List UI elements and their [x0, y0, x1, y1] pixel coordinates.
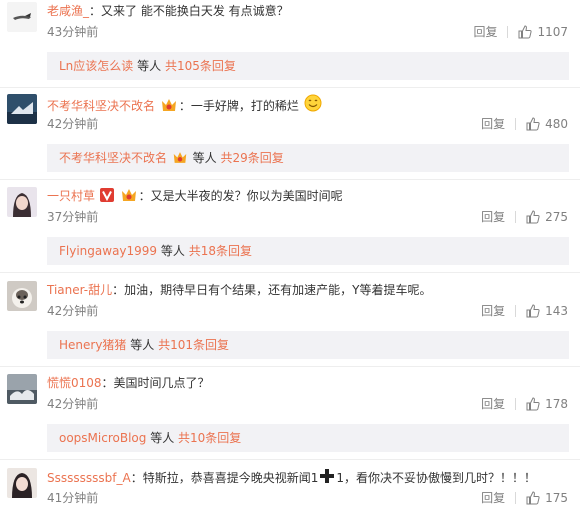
comment-time: 41分钟前 [47, 491, 99, 505]
more-replies-link[interactable]: 共101条回复 [158, 338, 229, 352]
like-count: 275 [545, 210, 568, 224]
smile-emoji-icon [304, 94, 322, 112]
like-count: 178 [545, 397, 568, 411]
comment-content: Sssssssssbf_A：特斯拉，恭喜喜提今晚央视新闻1 1，看你决不妥协傲慢到… [47, 468, 536, 486]
sub-reply-bar: Flyingaway1999 等人 共18条回复 [47, 237, 569, 265]
action-divider [515, 305, 517, 317]
comment-actions: 回复 480 [481, 116, 568, 132]
like-count: 175 [545, 491, 568, 505]
comment-content: 一只村草 ：又是大半夜的发？你以为美国时间呢 [47, 187, 343, 205]
sub-reply-bar: oopsMicroBlog 等人 共10条回复 [47, 424, 569, 452]
thumbs-up-icon [518, 25, 533, 39]
reply-button[interactable]: 回复 [481, 396, 505, 412]
comment-actions: 回复 275 [481, 209, 568, 225]
reply-button[interactable]: 回复 [481, 209, 505, 225]
like-count: 480 [545, 117, 568, 131]
like-count: 1107 [537, 25, 568, 39]
like-button[interactable]: 178 [526, 396, 568, 412]
username-link[interactable]: Sssssssssbf_A [47, 471, 131, 485]
comment-text: ：加油，期待早日有个结果，还有加速产能，Y等着提车呢。 [112, 283, 432, 297]
comment-actions: 回复 143 [481, 303, 568, 319]
sub-reply-user[interactable]: Ln应该怎么读 [59, 59, 133, 73]
vip-badge-icon [173, 152, 187, 163]
username-link[interactable]: 一只村草 [47, 189, 95, 203]
reply-button[interactable]: 回复 [481, 303, 505, 319]
comment-time: 42分钟前 [47, 304, 99, 318]
username-link[interactable]: 老咸渔_ [47, 4, 89, 18]
more-replies-link[interactable]: 共10条回复 [178, 431, 241, 445]
like-button[interactable]: 1107 [518, 24, 568, 40]
comment-actions: 回复 178 [481, 396, 568, 412]
comment-time: 42分钟前 [47, 397, 99, 411]
sub-reply-etc: 等人 [188, 151, 221, 165]
comment-divider [0, 87, 580, 88]
sub-reply-etc: 等人 [146, 431, 179, 445]
like-count: 143 [545, 304, 568, 318]
thumbs-up-icon [526, 491, 540, 505]
comment-text: ：美国时间几点了？ [101, 376, 210, 390]
black-cross-emoji-icon [320, 469, 335, 483]
reply-button[interactable]: 回复 [473, 24, 497, 40]
username-link[interactable]: Tianer-甜儿 [47, 283, 112, 297]
action-divider [515, 398, 517, 410]
sub-reply-etc: 等人 [133, 59, 165, 73]
avatar[interactable] [7, 187, 37, 217]
comment-actions: 回复 1107 [473, 24, 568, 40]
reply-button[interactable]: 回复 [481, 116, 505, 132]
like-button[interactable]: 275 [526, 209, 568, 225]
action-divider [515, 211, 517, 223]
username-link[interactable]: 慌慌0108 [47, 376, 102, 390]
comment-text-continued: 1，看你决不妥协傲慢到几时？！！！ [336, 471, 536, 485]
comment-divider [0, 459, 580, 460]
action-divider [507, 26, 509, 38]
comment-text: ：一手好牌，打的稀烂 [178, 99, 299, 113]
comment-divider [0, 366, 580, 367]
sub-reply-bar: Ln应该怎么读 等人 共105条回复 [47, 52, 569, 80]
comment-divider [0, 179, 580, 180]
reply-button[interactable]: 回复 [481, 490, 505, 506]
sub-reply-user[interactable]: Flyingaway1999 [59, 244, 157, 258]
more-replies-link[interactable]: 共105条回复 [165, 59, 236, 73]
comment-text: ：又来了 能不能换白天发 有点诚意？ [89, 4, 289, 18]
comment-text: ：特斯拉，恭喜喜提今晚央视新闻1 [130, 471, 319, 485]
avatar[interactable] [7, 94, 37, 124]
thumbs-up-icon [526, 304, 540, 318]
avatar[interactable] [7, 468, 37, 498]
comment-time: 43分钟前 [47, 25, 99, 39]
thumbs-up-icon [526, 210, 540, 224]
like-button[interactable]: 175 [526, 490, 568, 506]
avatar[interactable] [7, 374, 37, 404]
action-divider [515, 118, 517, 130]
comment-time: 42分钟前 [47, 117, 99, 131]
comment-actions: 回复 175 [481, 490, 568, 506]
like-button[interactable]: 143 [526, 303, 568, 319]
like-button[interactable]: 480 [526, 116, 568, 132]
thumbs-up-icon [526, 397, 540, 411]
sub-reply-user[interactable]: 不考华科坚决不改名 [59, 151, 167, 165]
sub-reply-user[interactable]: oopsMicroBlog [59, 431, 146, 445]
comment-time: 37分钟前 [47, 210, 99, 224]
username-link[interactable]: 不考华科坚决不改名 [47, 99, 155, 113]
verified-v-icon [99, 188, 114, 202]
comment-text: ：又是大半夜的发？你以为美国时间呢 [138, 189, 343, 203]
sub-reply-etc: 等人 [126, 338, 159, 352]
vip-badge-icon [121, 189, 136, 201]
sub-reply-etc: 等人 [157, 244, 189, 258]
comment-content: 老咸渔_：又来了 能不能换白天发 有点诚意？ [47, 2, 289, 20]
more-replies-link[interactable]: 共18条回复 [189, 244, 252, 258]
sub-reply-bar: Henery猪猪 等人 共101条回复 [47, 331, 569, 359]
avatar[interactable] [7, 2, 37, 32]
thumbs-up-icon [526, 117, 540, 131]
more-replies-link[interactable]: 共29条回复 [220, 151, 283, 165]
sub-reply-bar: 不考华科坚决不改名 等人 共29条回复 [47, 144, 569, 172]
comment-content: 慌慌0108：美国时间几点了？ [47, 374, 210, 392]
comment-divider [0, 272, 580, 273]
comment-content: Tianer-甜儿：加油，期待早日有个结果，还有加速产能，Y等着提车呢。 [47, 281, 431, 299]
avatar[interactable] [7, 281, 37, 311]
vip-badge-icon [161, 99, 176, 111]
action-divider [515, 492, 517, 504]
comment-content: 不考华科坚决不改名 ：一手好牌，打的稀烂 [47, 94, 323, 113]
sub-reply-user[interactable]: Henery猪猪 [59, 338, 126, 352]
